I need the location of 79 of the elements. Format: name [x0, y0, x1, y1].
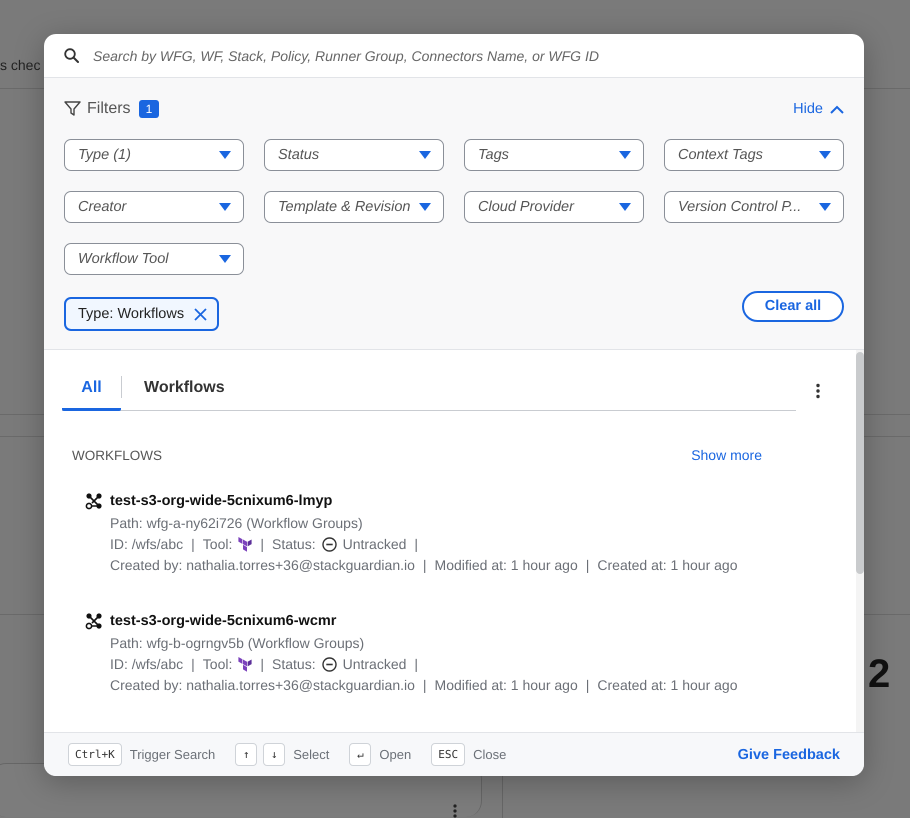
filter-dropdown[interactable]: Template & Revision [264, 191, 444, 223]
result-path: Path: wfg-a-ny62i726 (Workflow Groups) [110, 514, 364, 533]
feedback-link[interactable]: Give Feedback [738, 746, 840, 762]
creator-text: Created by: nathalia.torres+36@stackguardian.io [110, 676, 415, 695]
caret-icon [619, 151, 631, 159]
show-more-link[interactable]: Show more [691, 447, 762, 463]
created-text: Created at: 1 hour ago [597, 676, 738, 695]
separator: | [260, 535, 264, 554]
tool-logo-icon [238, 657, 252, 672]
filter-dropdown[interactable]: Creator [64, 191, 244, 223]
key-cap: ↵ [349, 743, 372, 766]
more-icon[interactable] [816, 383, 820, 399]
id-text: ID: /wfs/abc [110, 655, 184, 674]
stat-value: 2 [868, 652, 890, 697]
shortcut-label: Select [293, 747, 330, 762]
workflow-icon [85, 612, 103, 630]
created-text: Created at: 1 hour ago [597, 556, 738, 575]
filters-label: Filters [87, 100, 131, 118]
filter-dropdown[interactable]: Status [264, 139, 444, 171]
modified-text: Modified at: 1 hour ago [434, 676, 578, 695]
separator: | [191, 655, 195, 674]
caret-icon [819, 203, 831, 211]
workflow-icon [85, 492, 103, 510]
filter-chip[interactable]: Type: Workflows [64, 297, 220, 331]
count-badge: 1 [138, 100, 160, 118]
shortcut-label: Open [379, 747, 412, 762]
result-title[interactable]: test-s3-org-wide-5cnixum6-lmyp [110, 493, 332, 509]
tool-label: Tool: [202, 535, 232, 554]
caret-icon [219, 203, 231, 211]
tab[interactable]: Workflows [134, 368, 235, 411]
status-label: Status: [272, 655, 316, 674]
background-text: s chec [0, 57, 40, 73]
status-icon [322, 657, 337, 672]
search-icon [64, 48, 79, 63]
separator: | [260, 655, 264, 674]
result-path: Path: wfg-b-ogrngv5b (Workflow Groups) [110, 634, 366, 653]
filter-dropdown[interactable]: Version Control P... [664, 191, 844, 223]
close-icon[interactable] [194, 308, 208, 320]
status-icon [322, 537, 337, 552]
scrollbar-thumb[interactable] [856, 352, 864, 574]
section-heading: WORKFLOWS [72, 448, 162, 462]
caret-icon [219, 255, 231, 263]
chevron-up-icon [830, 104, 844, 114]
filter-dropdown[interactable]: Workflow Tool [64, 243, 244, 275]
status-text: Untracked [342, 655, 406, 674]
clear-all-button[interactable]: Clear all [742, 290, 844, 322]
hide-filters-button[interactable]: Hide [793, 101, 844, 117]
caret-icon [419, 203, 431, 211]
filter-dropdown[interactable]: Tags [464, 139, 644, 171]
tool-label: Tool: [202, 655, 232, 674]
caret-icon [819, 151, 831, 159]
filter-dropdown[interactable]: Type (1) [64, 139, 244, 171]
separator: | [422, 556, 427, 575]
status-label: Status: [272, 535, 316, 554]
id-text: ID: /wfs/abc [110, 535, 184, 554]
key-cap: ↑ [235, 743, 258, 766]
creator-text: Created by: nathalia.torres+36@stackguardian.io [110, 556, 415, 575]
shortcut-label: Close [473, 747, 506, 762]
separator: | [414, 535, 418, 554]
filter-icon [64, 101, 81, 117]
tool-logo-icon [238, 537, 252, 552]
separator: | [414, 655, 418, 674]
modified-text: Modified at: 1 hour ago [434, 556, 578, 575]
filter-dropdown[interactable]: Cloud Provider [464, 191, 644, 223]
separator: | [422, 676, 427, 695]
search-field[interactable]: Search by WFG, WF, Stack, Policy, Runner Group, Connectors Name, or WFG ID [91, 46, 844, 64]
key-cap: ESC [431, 743, 466, 766]
caret-icon [219, 151, 231, 159]
key-cap: ↓ [263, 743, 286, 766]
caret-icon [619, 203, 631, 211]
separator: | [586, 676, 590, 695]
result-title[interactable]: test-s3-org-wide-5cnixum6-wcmr [110, 613, 336, 629]
status-text: Untracked [342, 535, 406, 554]
separator: | [191, 535, 195, 554]
filter-dropdown[interactable]: Context Tags [664, 139, 844, 171]
key-cap: Ctrl+K [68, 743, 122, 766]
separator: | [586, 556, 590, 575]
shortcut-label: Trigger Search [130, 747, 216, 762]
caret-icon [419, 151, 431, 159]
